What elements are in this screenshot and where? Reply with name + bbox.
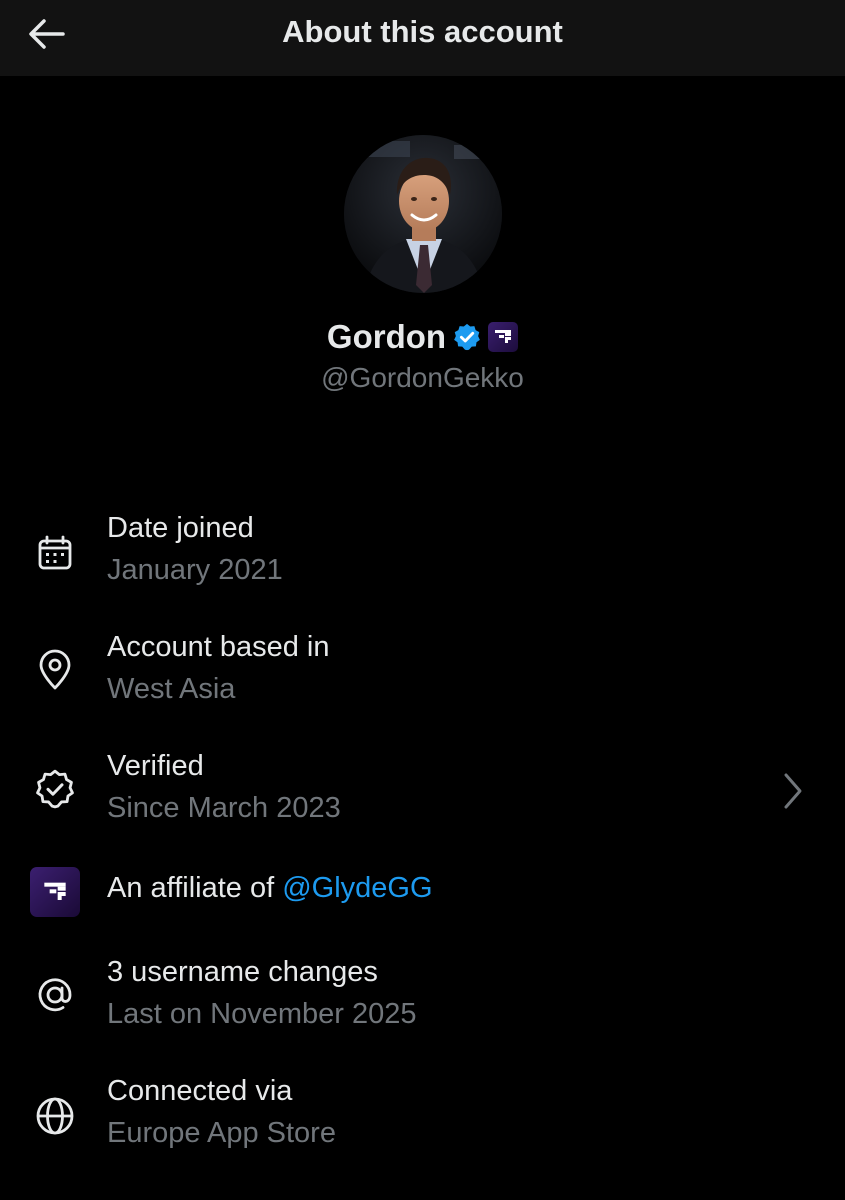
username-changes-value: Last on November 2025	[107, 998, 417, 1030]
based-in-value: West Asia	[107, 673, 236, 705]
profile-name-row: Gordon	[0, 318, 845, 356]
page-title: About this account	[282, 14, 563, 49]
header-bar: About this account	[0, 0, 845, 76]
username-changes-label: 3 username changes	[107, 956, 378, 988]
verified-value: Since March 2023	[107, 792, 341, 824]
username-handle: @GordonGekko	[321, 362, 524, 393]
verified-label: Verified	[107, 750, 204, 782]
affiliate-prefix: An affiliate of	[107, 872, 283, 904]
display-name: Gordon	[326, 318, 447, 355]
affiliate-badge-icon	[488, 322, 519, 352]
date-joined-label: Date joined	[107, 512, 254, 544]
location-pin-icon	[30, 645, 80, 695]
at-sign-icon	[30, 970, 80, 1020]
globe-icon	[30, 1091, 80, 1141]
verified-check-icon	[30, 764, 80, 814]
avatar	[344, 135, 502, 293]
detail-verified[interactable]: Verified Since March 2023	[0, 744, 845, 834]
based-in-label: Account based in	[107, 631, 330, 663]
calendar-icon	[30, 528, 80, 578]
detail-connected-via: Connected via Europe App Store	[0, 1069, 845, 1165]
affiliate-logo-icon	[30, 867, 80, 917]
connected-via-label: Connected via	[107, 1075, 293, 1107]
detail-date-joined: Date joined January 2021	[0, 506, 845, 602]
detail-account-based-in: Account based in West Asia	[0, 625, 845, 721]
connected-via-value: Europe App Store	[107, 1117, 336, 1149]
verified-badge-icon	[454, 323, 480, 351]
detail-username-changes: 3 username changes Last on November 2025	[0, 950, 845, 1046]
affiliate-link[interactable]: @GlydeGG	[282, 872, 432, 904]
date-joined-value: January 2021	[107, 554, 283, 586]
chevron-right-icon	[784, 773, 802, 809]
detail-affiliate: An affiliate of @GlydeGG	[0, 862, 845, 922]
affiliate-text: An affiliate of @GlydeGG	[107, 872, 433, 905]
